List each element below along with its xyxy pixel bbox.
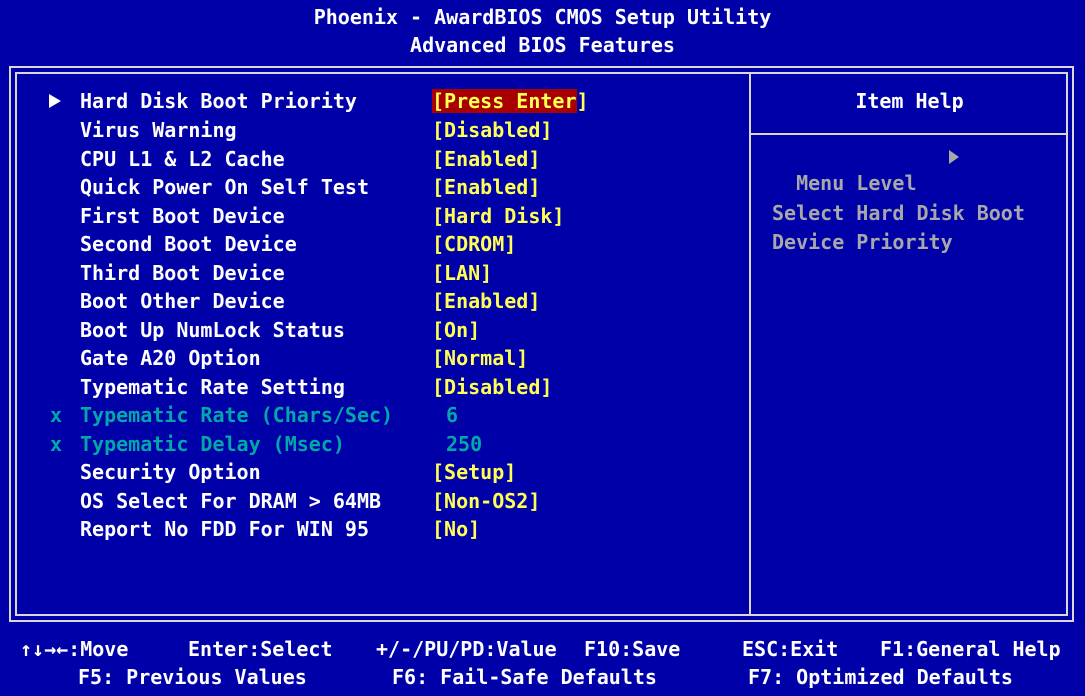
menu-item-value: 6 — [446, 403, 459, 427]
menu-item-report-no-fdd[interactable]: Report No FDD For WIN 95 [No] — [0, 516, 480, 542]
menu-item-value[interactable]: [Setup] — [432, 459, 516, 485]
key-legend: ↑↓→←:Move Enter:Select +/-/PU/PD:Value F… — [0, 632, 1085, 694]
menu-item-typematic-rate-setting[interactable]: Typematic Rate Setting [Disabled] — [0, 374, 552, 400]
utility-title: Phoenix - AwardBIOS CMOS Setup Utility — [313, 5, 772, 29]
menu-item-label: OS Select For DRAM > 64MB — [80, 489, 382, 513]
menu-item-second-boot-device[interactable]: Second Boot Device [CDROM] — [0, 231, 516, 257]
key-select: Enter:Select — [188, 637, 333, 661]
menu-item-label: Quick Power On Self Test — [80, 175, 369, 199]
help-text-line-2: Device Priority — [772, 230, 953, 254]
menu-item-label: Virus Warning — [80, 118, 237, 142]
menu-item-value[interactable]: [On] — [432, 317, 480, 343]
menu-item-label: Security Option — [80, 460, 261, 484]
menu-item-label: First Boot Device — [80, 204, 285, 228]
disabled-marker: x — [50, 403, 63, 427]
menu-item-value[interactable]: [Enabled] — [432, 288, 540, 314]
menu-item-value[interactable]: [CDROM] — [432, 231, 516, 257]
menu-item-os-select-dram[interactable]: OS Select For DRAM > 64MB [Non-OS2] — [0, 488, 540, 514]
menu-item-value[interactable]: [Disabled] — [432, 374, 552, 400]
menu-item-hard-disk-boot-priority[interactable]: Hard Disk Boot Priority [Press Enter] — [0, 88, 589, 114]
menu-level-arrow-icon — [949, 150, 959, 164]
menu-level-label: Menu Level — [796, 171, 917, 195]
menu-item-label: Typematic Delay (Msec) — [80, 432, 345, 456]
key-optimized-defaults: F7: Optimized Defaults — [748, 665, 1013, 689]
menu-item-value[interactable]: [Disabled] — [432, 117, 552, 143]
key-save: F10:Save — [584, 637, 681, 661]
menu-item-boot-other-device[interactable]: Boot Other Device [Enabled] — [0, 288, 540, 314]
disabled-marker: x — [50, 432, 63, 456]
menu-item-typematic-rate: x Typematic Rate (Chars/Sec) 6 — [0, 402, 458, 428]
menu-item-label: Gate A20 Option — [80, 346, 261, 370]
menu-item-third-boot-device[interactable]: Third Boot Device [LAN] — [0, 260, 492, 286]
key-failsafe-defaults: F6: Fail-Safe Defaults — [392, 665, 657, 689]
menu-item-security-option[interactable]: Security Option [Setup] — [0, 459, 516, 485]
value-bracket-close: ] — [576, 89, 589, 113]
menu-item-label: Second Boot Device — [80, 232, 297, 256]
menu-item-value[interactable]: [No] — [432, 516, 480, 542]
value-bracket-open: [ — [432, 89, 445, 113]
menu-item-label: Boot Other Device — [80, 289, 285, 313]
key-general-help: F1:General Help — [880, 637, 1061, 661]
menu-item-value: 250 — [446, 432, 483, 456]
menu-item-value[interactable]: [Non-OS2] — [432, 488, 540, 514]
menu-item-label: Report No FDD For WIN 95 — [80, 517, 369, 541]
key-move: ↑↓→←:Move — [20, 637, 129, 661]
menu-item-value[interactable]: [LAN] — [432, 260, 492, 286]
menu-item-cpu-cache[interactable]: CPU L1 & L2 Cache [Enabled] — [0, 146, 540, 172]
menu-item-first-boot-device[interactable]: First Boot Device [Hard Disk] — [0, 203, 564, 229]
menu-item-value[interactable]: [Normal] — [432, 345, 528, 371]
menu-item-label: Typematic Rate Setting — [80, 375, 345, 399]
menu-item-label: Typematic Rate (Chars/Sec) — [80, 403, 394, 427]
menu-item-value[interactable]: [Enabled] — [432, 174, 540, 200]
menu-item-label: Hard Disk Boot Priority — [80, 89, 357, 113]
panel-divider — [749, 72, 751, 616]
help-divider — [751, 133, 1068, 135]
menu-item-value[interactable]: [Enabled] — [432, 146, 540, 172]
menu-item-value[interactable]: [Hard Disk] — [432, 203, 564, 229]
menu-item-label: CPU L1 & L2 Cache — [80, 147, 285, 171]
menu-item-numlock-status[interactable]: Boot Up NumLock Status [On] — [0, 317, 480, 343]
menu-item-label: Third Boot Device — [80, 261, 285, 285]
menu-item-gate-a20[interactable]: Gate A20 Option [Normal] — [0, 345, 528, 371]
key-exit: ESC:Exit — [742, 637, 839, 661]
submenu-arrow-icon — [48, 88, 66, 114]
menu-item-quick-post[interactable]: Quick Power On Self Test [Enabled] — [0, 174, 540, 200]
help-text-line-1: Select Hard Disk Boot — [772, 201, 1025, 225]
page-title: Advanced BIOS Features — [410, 33, 675, 57]
title-bar: Phoenix - AwardBIOS CMOS Setup Utility A… — [0, 0, 1085, 62]
item-help-title: Item Help — [855, 89, 964, 113]
menu-item-virus-warning[interactable]: Virus Warning [Disabled] — [0, 117, 552, 143]
menu-item-typematic-delay: x Typematic Delay (Msec) 250 — [0, 431, 482, 457]
key-value: +/-/PU/PD:Value — [376, 637, 557, 661]
menu-item-label: Boot Up NumLock Status — [80, 318, 345, 342]
menu-item-value[interactable]: [Press Enter] — [432, 88, 589, 114]
selected-value: Press Enter — [444, 89, 577, 113]
key-previous-values: F5: Previous Values — [78, 665, 307, 689]
